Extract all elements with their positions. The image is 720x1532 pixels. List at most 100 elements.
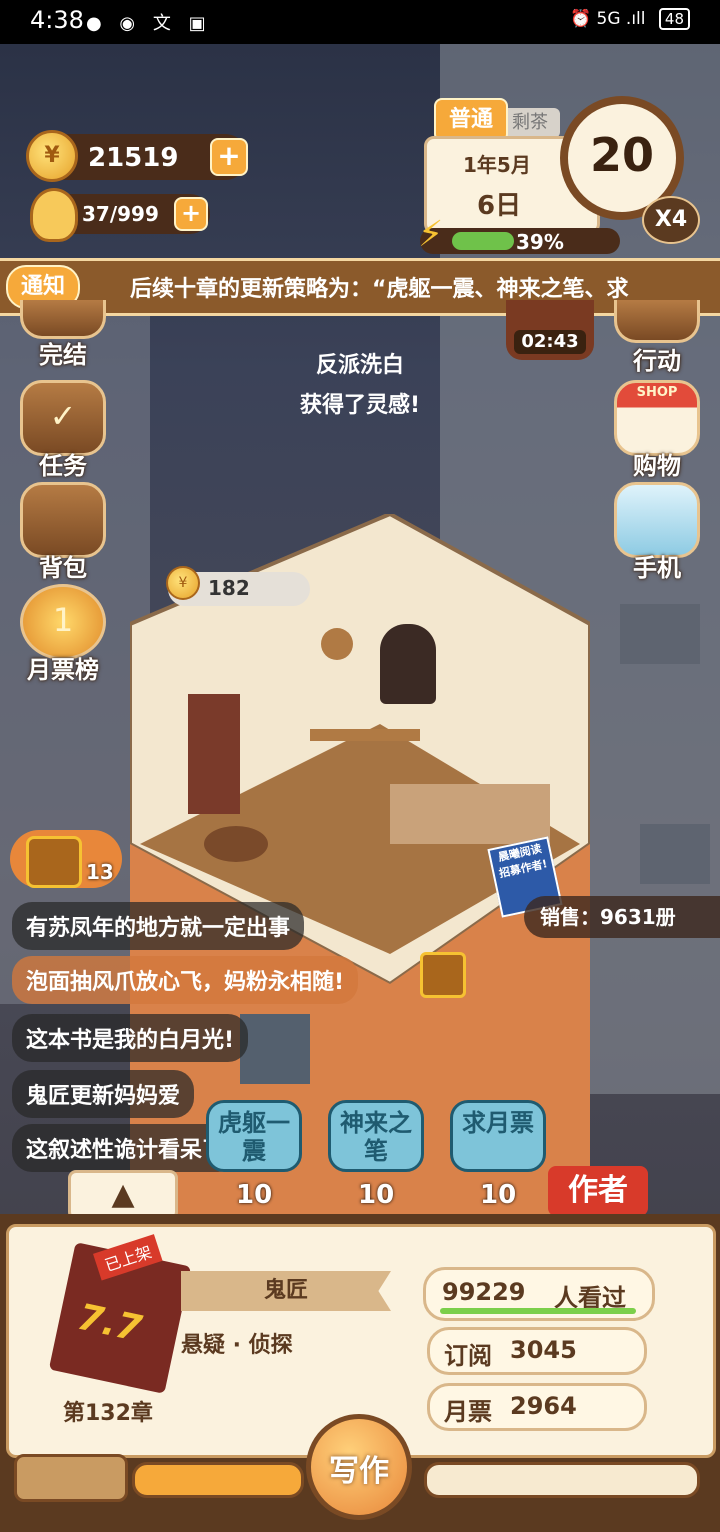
battery-icon: 48 <box>658 8 690 30</box>
monthly-rank-button[interactable]: 1 月票榜 <box>18 584 108 685</box>
views-bar <box>440 1308 636 1314</box>
book-icon <box>20 300 106 339</box>
building-window <box>620 604 700 664</box>
bed <box>390 784 550 844</box>
day-label: 6日 <box>477 191 522 221</box>
action-label: 行动 <box>633 347 681 375</box>
reader-comment: 这叙述性诡计看呆了 <box>12 1124 239 1172</box>
boost-count: 10 <box>358 1180 395 1210</box>
boost-count: 10 <box>480 1180 517 1210</box>
month-label: 1年5月 <box>463 153 531 177</box>
writer-character <box>380 624 436 704</box>
book-genre: 悬疑 · 侦探 <box>181 1333 293 1358</box>
monthly-rank-label: 月票榜 <box>27 656 99 684</box>
inspiration-counter: 37/999 + <box>30 188 210 242</box>
bag-button[interactable]: 背包 <box>18 482 108 583</box>
boost-count: 10 <box>236 1180 273 1210</box>
chest-count: 13 <box>86 860 114 884</box>
boost-label: 求月票 <box>462 1109 534 1137</box>
level-number: 20 <box>589 128 654 182</box>
coin-counter: ¥ 21519 + <box>26 130 248 182</box>
reader-comment: 这本书是我的白月光! <box>12 1014 249 1062</box>
status-bar: 4:38 ● ◉ 文 ▣ ⏰ 5G .ıll 48 <box>0 0 720 44</box>
subscriptions-value: 3045 <box>510 1336 577 1364</box>
author-name: 鬼匠 <box>181 1271 391 1311</box>
room-door <box>188 694 240 814</box>
inspiration-message: 反派洗白 获得了灵感! <box>250 346 470 426</box>
energy-percent: 39% <box>516 230 564 254</box>
chevron-up-icon: ▲ <box>111 1177 135 1212</box>
tasks-button[interactable]: ✓ 任务 <box>18 380 108 481</box>
complete-button[interactable]: 完结 <box>18 300 108 370</box>
reader-comment: 有苏凤年的地方就一定出事 <box>12 902 305 950</box>
subscriptions-label: 订阅 <box>444 1342 492 1370</box>
progress-bar-right <box>424 1462 700 1498</box>
coin-icon: ¥ <box>26 130 78 182</box>
complete-label: 完结 <box>39 341 87 369</box>
action-button[interactable]: 行动 <box>612 300 702 376</box>
shop-sign: SHOP <box>636 385 678 400</box>
tasks-label: 任务 <box>39 452 87 480</box>
door-lower <box>240 1014 310 1084</box>
clipboard-icon: ✓ <box>20 380 106 456</box>
medal-icon: 1 <box>20 584 106 660</box>
treasure-chest-icon <box>26 836 82 888</box>
shop-icon: SHOP <box>614 380 700 456</box>
room-inspiration-bubble[interactable]: ¥ 182 <box>166 566 310 606</box>
chapter-label: 第132章 <box>63 1401 153 1426</box>
desk <box>310 729 420 741</box>
door-icon <box>614 300 700 343</box>
timer-box[interactable]: 02:43 <box>506 300 594 360</box>
energy-fill <box>452 232 514 250</box>
shop-label: 购物 <box>633 452 681 480</box>
votes-label: 月票 <box>444 1398 492 1426</box>
inspiration-result: 获得了灵感! <box>299 393 421 418</box>
bag-icon <box>20 482 106 558</box>
book-score: 7.7 <box>74 1296 145 1351</box>
boost-button-divine[interactable]: 神来之笔 <box>328 1100 424 1172</box>
treasure-chest-button[interactable]: 13 <box>10 830 122 888</box>
reader-comment: 鬼匠更新妈妈爱 <box>12 1070 195 1118</box>
signal-icon: .ıll <box>625 9 646 29</box>
clock: 4:38 <box>30 6 84 34</box>
speed-button[interactable]: X4 <box>642 196 700 244</box>
phone-icon <box>614 482 700 558</box>
book-cover[interactable]: 已上架 7.7 <box>48 1234 192 1394</box>
coin-amount: 21519 <box>88 143 179 173</box>
expand-comments-button[interactable]: ▲ <box>68 1170 178 1220</box>
votes-value: 2964 <box>510 1392 577 1420</box>
inspiration-topic: 反派洗白 <box>315 353 404 378</box>
progress-bar-left <box>132 1462 304 1498</box>
mode-tab-inactive[interactable]: 剩茶 <box>500 108 560 138</box>
views-stat: 99229 人看过 <box>423 1267 655 1321</box>
lightning-icon: ⚡ <box>418 214 444 255</box>
phone-label: 手机 <box>633 554 681 582</box>
bag-label: 背包 <box>39 554 87 582</box>
author-button[interactable]: 作者 <box>548 1166 648 1216</box>
shop-button[interactable]: SHOP 购物 <box>612 380 702 481</box>
notice-text: 后续十章的更新策略为：“虎躯一震、神来之笔、求 <box>130 277 629 302</box>
boost-label: 神来之笔 <box>340 1109 412 1165</box>
write-button[interactable]: 写作 <box>306 1414 412 1520</box>
treasure-chest-icon <box>420 952 466 998</box>
signal-label: 5G <box>596 9 621 29</box>
inspiration-amount: 37/999 <box>82 202 159 226</box>
monthly-votes-stat: 月票 2964 <box>427 1383 647 1431</box>
left-slot-button[interactable] <box>14 1454 128 1502</box>
bubble-value: 182 <box>208 576 250 600</box>
round-window <box>321 628 353 660</box>
boost-button-vote[interactable]: 求月票 <box>450 1100 546 1172</box>
phone-button[interactable]: 手机 <box>612 482 702 583</box>
reader-comment: 泡面抽风爪放心飞，妈粉永相随! <box>12 956 359 1004</box>
system-indicators: ⏰ 5G .ıll 48 <box>570 8 690 30</box>
add-inspiration-button[interactable]: + <box>174 197 208 231</box>
add-coins-button[interactable]: + <box>210 138 248 176</box>
boost-button-tiger[interactable]: 虎躯一震 <box>206 1100 302 1172</box>
timer-text: 02:43 <box>514 330 586 354</box>
energy-bar: 39% ⚡ <box>418 214 620 255</box>
book-status: 已上架 <box>93 1234 163 1281</box>
floor-rug <box>204 826 268 862</box>
views-value: 99229 <box>442 1278 526 1306</box>
subscriptions-stat: 订阅 3045 <box>427 1327 647 1375</box>
rank-badge: 1 <box>52 601 74 639</box>
